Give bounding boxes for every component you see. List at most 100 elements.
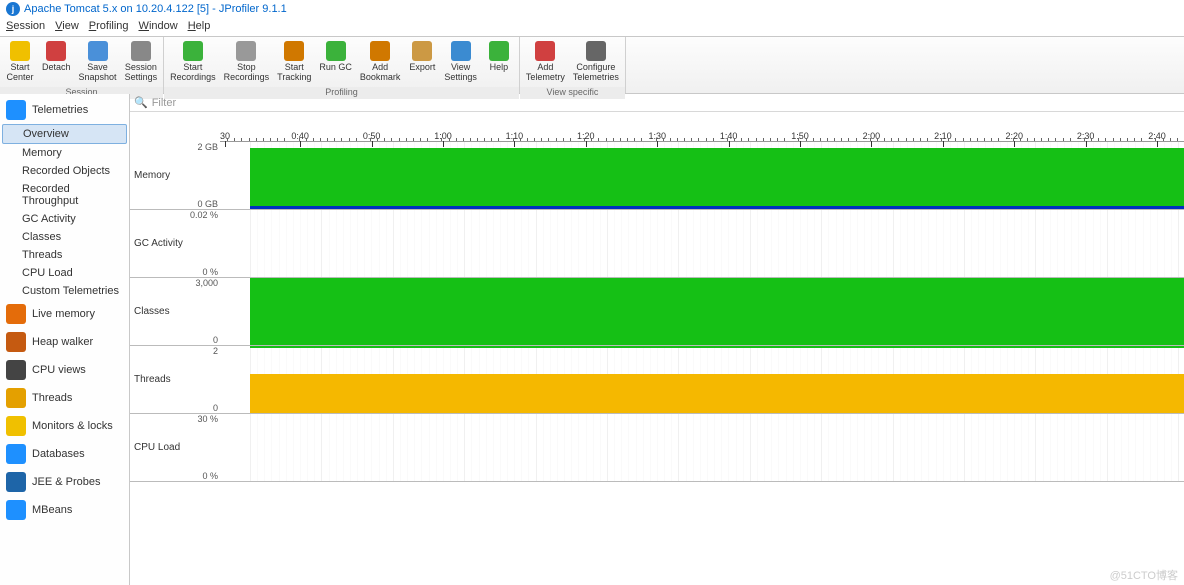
sidebar-cat-monitors-locks[interactable]: Monitors & locks xyxy=(0,412,129,440)
sidebar-cat-icon xyxy=(6,416,26,436)
time-ruler: 300:400:501:001:101:201:301:401:502:002:… xyxy=(220,112,1184,142)
sidebar-item-custom-telemetries[interactable]: Custom Telemetries xyxy=(0,282,129,300)
toolbar-icon xyxy=(586,41,606,61)
toolbar-btn-export[interactable]: Export xyxy=(404,39,440,85)
toolbar-icon xyxy=(326,41,346,61)
toolbar-btn-start-tracking[interactable]: StartTracking xyxy=(273,39,315,85)
toolbar-icon xyxy=(489,41,509,61)
toolbar-btn-session-settings[interactable]: SessionSettings xyxy=(121,39,162,85)
sidebar-cat-databases[interactable]: Databases xyxy=(0,440,129,468)
sidebar-cat-label: Live memory xyxy=(32,308,95,320)
toolbar-icon xyxy=(183,41,203,61)
chart-row-classes[interactable]: Classes3,0000 xyxy=(130,278,1184,346)
chart-fill xyxy=(250,148,1184,209)
filter-input[interactable]: Filter xyxy=(152,97,176,109)
sidebar-item-gc-activity[interactable]: GC Activity xyxy=(0,210,129,228)
sidebar-item-threads[interactable]: Threads xyxy=(0,246,129,264)
y-max: 0.02 % xyxy=(132,210,218,220)
sidebar-item-cpu-load[interactable]: CPU Load xyxy=(0,264,129,282)
y-max: 3,000 xyxy=(132,278,218,288)
y-min: 0 % xyxy=(132,267,218,277)
sidebar-item-recorded-throughput[interactable]: Recorded Throughput xyxy=(0,180,129,210)
sidebar-cat-icon xyxy=(6,388,26,408)
toolbar-icon xyxy=(131,41,151,61)
toolbar-btn-label: StartTracking xyxy=(277,63,311,83)
menu-help[interactable]: Help xyxy=(188,20,211,34)
sidebar-cat-label: Monitors & locks xyxy=(32,420,113,432)
toolbar-btn-configure-telemetries[interactable]: ConfigureTelemetries xyxy=(569,39,623,85)
sidebar-item-classes[interactable]: Classes xyxy=(0,228,129,246)
toolbar-icon xyxy=(236,41,256,61)
sidebar-cat-icon xyxy=(6,332,26,352)
chart-row-cpu-load[interactable]: CPU Load30 %0 % xyxy=(130,414,1184,482)
sidebar-item-memory[interactable]: Memory xyxy=(0,144,129,162)
toolbar-btn-label: SaveSnapshot xyxy=(79,63,117,83)
toolbar-icon xyxy=(451,41,471,61)
toolbar-icon xyxy=(284,41,304,61)
sidebar-cat-label: Heap walker xyxy=(32,336,93,348)
chart-label: Threads20 xyxy=(130,346,220,413)
y-max: 2 GB xyxy=(132,142,218,152)
chart-plot xyxy=(220,210,1184,277)
sidebar-cat-telemetries[interactable]: Telemetries xyxy=(0,96,129,124)
toolbar-btn-help[interactable]: Help xyxy=(481,39,517,85)
toolbar-icon xyxy=(10,41,30,61)
ruler-tick: 30 xyxy=(220,131,230,141)
charts: 300:400:501:001:101:201:301:401:502:002:… xyxy=(130,112,1184,585)
chart-fill xyxy=(250,374,1184,413)
sidebar: Telemetries OverviewMemoryRecorded Object… xyxy=(0,94,130,585)
toolbar-group-session: StartCenterDetachSaveSnapshotSessionSett… xyxy=(0,37,164,93)
titlebar: j Apache Tomcat 5.x on 10.20.4.122 [5] -… xyxy=(0,0,1184,18)
sidebar-cat-icon xyxy=(6,500,26,520)
toolbar-btn-detach[interactable]: Detach xyxy=(38,39,75,85)
app-icon: j xyxy=(6,2,20,16)
window-title: Apache Tomcat 5.x on 10.20.4.122 [5] - J… xyxy=(24,3,287,15)
toolbar-btn-label: StopRecordings xyxy=(224,63,270,83)
chart-row-gc-activity[interactable]: GC Activity0.02 %0 % xyxy=(130,210,1184,278)
toolbar-btn-label: Export xyxy=(409,63,435,73)
toolbar-btn-label: ViewSettings xyxy=(444,63,477,83)
y-min: 0 xyxy=(132,335,218,345)
sidebar-cat-label: CPU views xyxy=(32,364,86,376)
chart-plot xyxy=(220,278,1184,345)
menu-session[interactable]: Session xyxy=(6,20,45,34)
toolbar-btn-label: StartRecordings xyxy=(170,63,216,83)
sidebar-cat-heap-walker[interactable]: Heap walker xyxy=(0,328,129,356)
toolbar-btn-view-settings[interactable]: ViewSettings xyxy=(440,39,481,85)
toolbar-btn-add-bookmark[interactable]: AddBookmark xyxy=(356,39,405,85)
toolbar-group-view-specific: AddTelemetryConfigureTelemetriesView spe… xyxy=(520,37,626,93)
sidebar-item-recorded-objects[interactable]: Recorded Objects xyxy=(0,162,129,180)
chart-label: CPU Load30 %0 % xyxy=(130,414,220,481)
toolbar-btn-start-center[interactable]: StartCenter xyxy=(2,39,38,85)
sidebar-cat-threads[interactable]: Threads xyxy=(0,384,129,412)
sidebar-cat-cpu-views[interactable]: CPU views xyxy=(0,356,129,384)
sidebar-cat-label: Telemetries xyxy=(32,104,88,116)
sidebar-cat-label: JEE & Probes xyxy=(32,476,100,488)
sidebar-cat-live-memory[interactable]: Live memory xyxy=(0,300,129,328)
menu-view[interactable]: View xyxy=(55,20,79,34)
toolbar-btn-stop-recordings[interactable]: StopRecordings xyxy=(220,39,274,85)
chart-label: Classes3,0000 xyxy=(130,278,220,345)
toolbar-icon xyxy=(370,41,390,61)
toolbar-group-profiling: StartRecordings StopRecordings StartTracki… xyxy=(164,37,520,93)
chart-plot xyxy=(220,414,1184,481)
toolbar-btn-save-snapshot[interactable]: SaveSnapshot xyxy=(75,39,121,85)
menu-window[interactable]: Window xyxy=(139,20,178,34)
toolbar-btn-run-gc[interactable]: Run GC xyxy=(315,39,356,85)
chart-label: Memory2 GB0 GB xyxy=(130,142,220,209)
sidebar-cat-icon xyxy=(6,472,26,492)
toolbar-icon xyxy=(46,41,66,61)
y-min: 0 % xyxy=(132,471,218,481)
toolbar-icon xyxy=(88,41,108,61)
sidebar-cat-jee-probes[interactable]: JEE & Probes xyxy=(0,468,129,496)
toolbar-btn-add-telemetry[interactable]: AddTelemetry xyxy=(522,39,569,85)
menu-profiling[interactable]: Profiling xyxy=(89,20,129,34)
chart-row-memory[interactable]: Memory2 GB0 GB xyxy=(130,142,1184,210)
sidebar-cat-mbeans[interactable]: MBeans xyxy=(0,496,129,524)
chart-fill xyxy=(250,278,1184,345)
watermark: @51CTO博客 xyxy=(1110,567,1178,583)
toolbar-btn-start-recordings[interactable]: StartRecordings xyxy=(166,39,220,85)
chart-row-threads[interactable]: Threads20 xyxy=(130,346,1184,414)
toolbar-icon xyxy=(412,41,432,61)
sidebar-item-overview[interactable]: Overview xyxy=(2,124,127,144)
